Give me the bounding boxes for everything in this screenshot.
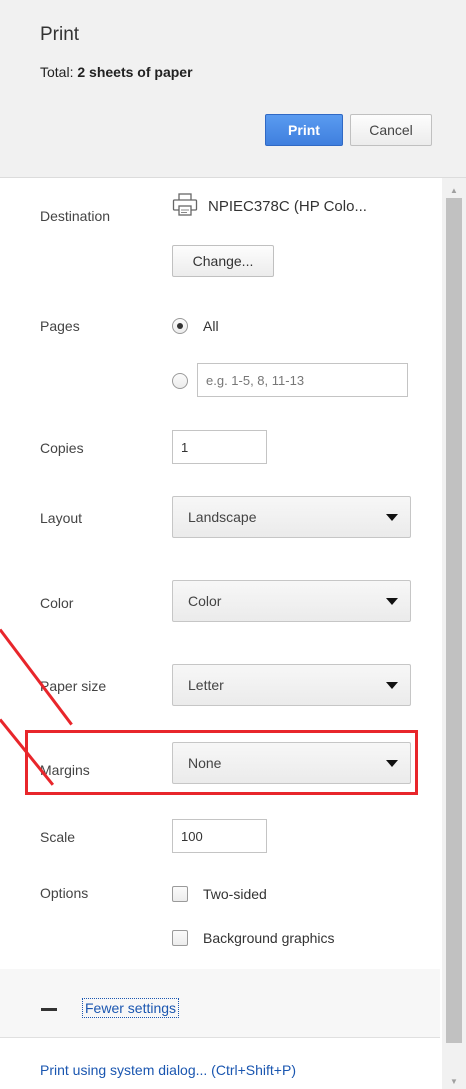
options-label: Options bbox=[40, 885, 89, 901]
paper-size-value: Letter bbox=[188, 677, 224, 693]
cancel-button[interactable]: Cancel bbox=[350, 114, 432, 146]
chevron-down-icon bbox=[386, 682, 398, 689]
scale-input[interactable] bbox=[172, 819, 267, 853]
section-divider bbox=[0, 1037, 440, 1038]
two-sided-label: Two-sided bbox=[203, 886, 267, 902]
change-destination-button[interactable]: Change... bbox=[172, 245, 274, 277]
chevron-down-icon bbox=[386, 514, 398, 521]
copies-input[interactable] bbox=[172, 430, 267, 464]
sheet-total-value: 2 sheets of paper bbox=[77, 64, 193, 80]
destination-label: Destination bbox=[40, 208, 111, 224]
pages-all-radio[interactable] bbox=[172, 318, 188, 334]
pages-label: Pages bbox=[40, 318, 80, 334]
sheet-total-prefix: Total: bbox=[40, 64, 78, 80]
fewer-settings-link[interactable]: Fewer settings bbox=[82, 998, 180, 1018]
destination-printer-name: NPIEC378C (HP Colo... bbox=[208, 198, 367, 215]
settings-panel bbox=[0, 178, 440, 1089]
margins-highlight-box bbox=[25, 730, 418, 795]
print-header: Print Total: 2 sheets of paper Print Can… bbox=[0, 0, 466, 178]
background-graphics-checkbox[interactable] bbox=[172, 930, 188, 946]
minus-icon[interactable] bbox=[41, 1008, 57, 1011]
two-sided-checkbox[interactable] bbox=[172, 886, 188, 902]
background-graphics-label: Background graphics bbox=[203, 930, 335, 946]
color-label: Color bbox=[40, 595, 74, 611]
scrollbar[interactable]: ▲ ▼ bbox=[442, 178, 466, 1089]
pages-custom-radio[interactable] bbox=[172, 373, 188, 389]
color-select[interactable]: Color bbox=[172, 580, 411, 622]
paper-size-label: Paper size bbox=[40, 678, 107, 694]
scroll-thumb[interactable] bbox=[446, 198, 462, 1043]
printer-icon bbox=[172, 193, 198, 216]
layout-value: Landscape bbox=[188, 509, 257, 525]
layout-label: Layout bbox=[40, 510, 83, 526]
paper-size-select[interactable]: Letter bbox=[172, 664, 411, 706]
layout-select[interactable]: Landscape bbox=[172, 496, 411, 538]
page-title: Print bbox=[40, 24, 80, 45]
pages-all-label: All bbox=[203, 318, 219, 334]
scale-label: Scale bbox=[40, 829, 76, 845]
color-value: Color bbox=[188, 593, 222, 609]
scroll-up-arrow-icon[interactable]: ▲ bbox=[442, 182, 466, 198]
chevron-down-icon bbox=[386, 598, 398, 605]
scroll-down-arrow-icon[interactable]: ▼ bbox=[442, 1073, 466, 1089]
print-button[interactable]: Print bbox=[265, 114, 343, 146]
pages-range-input[interactable] bbox=[197, 363, 408, 397]
copies-label: Copies bbox=[40, 440, 84, 456]
system-dialog-link[interactable]: Print using system dialog... (Ctrl+Shift… bbox=[40, 1062, 296, 1078]
fewer-settings-section bbox=[0, 969, 440, 1037]
sheet-total: Total: 2 sheets of paper bbox=[40, 64, 193, 80]
